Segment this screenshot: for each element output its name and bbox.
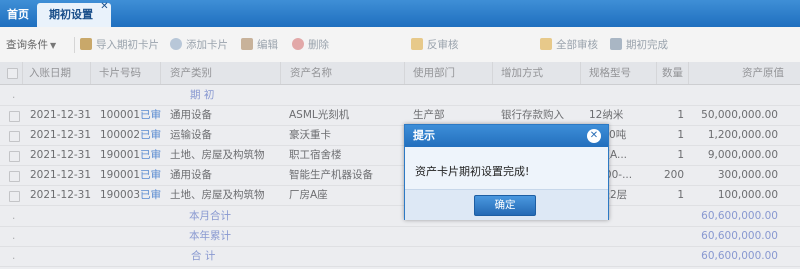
import-initial-cards-label: 导入期初卡片 — [96, 39, 159, 51]
dialog-header: 提示 ✕ — [405, 125, 608, 147]
initial-complete-label: 期初完成 — [626, 39, 668, 51]
edit-label: 编辑 — [257, 39, 278, 51]
add-card-label: 添加卡片 — [186, 39, 228, 51]
tab-bar: 首页 期初设置 ✕ — [0, 0, 800, 27]
tab-home[interactable]: 首页 — [0, 3, 36, 27]
tab-close-icon[interactable]: ✕ — [100, 2, 109, 12]
query-conditions-dropdown[interactable]: 查询条件 ▼ — [6, 37, 70, 53]
import-icon — [80, 38, 92, 50]
import-initial-cards-button[interactable]: 导入期初卡片 — [80, 37, 159, 53]
unaudit-label: 反审核 — [427, 39, 459, 51]
tab-initial-settings-label: 期初设置 — [49, 8, 93, 21]
toolbar-divider — [74, 37, 75, 53]
ok-button[interactable]: 确定 — [474, 195, 536, 216]
close-icon[interactable]: ✕ — [587, 129, 601, 143]
modal-overlay — [0, 62, 800, 269]
initial-complete-button[interactable]: 期初完成 — [610, 37, 668, 53]
delete-icon — [292, 38, 304, 50]
add-card-button[interactable]: 添加卡片 — [170, 37, 228, 53]
unaudit-button[interactable]: 反审核 — [411, 37, 459, 53]
finish-icon — [610, 38, 622, 50]
delete-button[interactable]: 删除 — [292, 37, 329, 53]
toolbar: 查询条件 ▼ 导入期初卡片 添加卡片 编辑 删除 反审核 全部审核 期初完成 — [0, 27, 800, 63]
audit-all-icon — [540, 38, 552, 50]
delete-label: 删除 — [308, 39, 329, 51]
audit-all-button[interactable]: 全部审核 — [540, 37, 598, 53]
add-icon — [170, 38, 182, 50]
dialog-footer: 确定 — [405, 189, 608, 220]
edit-button[interactable]: 编辑 — [241, 37, 278, 53]
dialog-message: 资产卡片期初设置完成! — [415, 165, 530, 178]
audit-all-label: 全部审核 — [556, 39, 598, 51]
chevron-down-icon: ▼ — [50, 41, 57, 50]
prompt-dialog: 提示 ✕ 资产卡片期初设置完成! 确定 — [404, 124, 609, 220]
dialog-title: 提示 — [413, 129, 435, 142]
query-conditions-label: 查询条件 — [6, 39, 48, 51]
edit-icon — [241, 38, 253, 50]
unaudit-icon — [411, 38, 423, 50]
